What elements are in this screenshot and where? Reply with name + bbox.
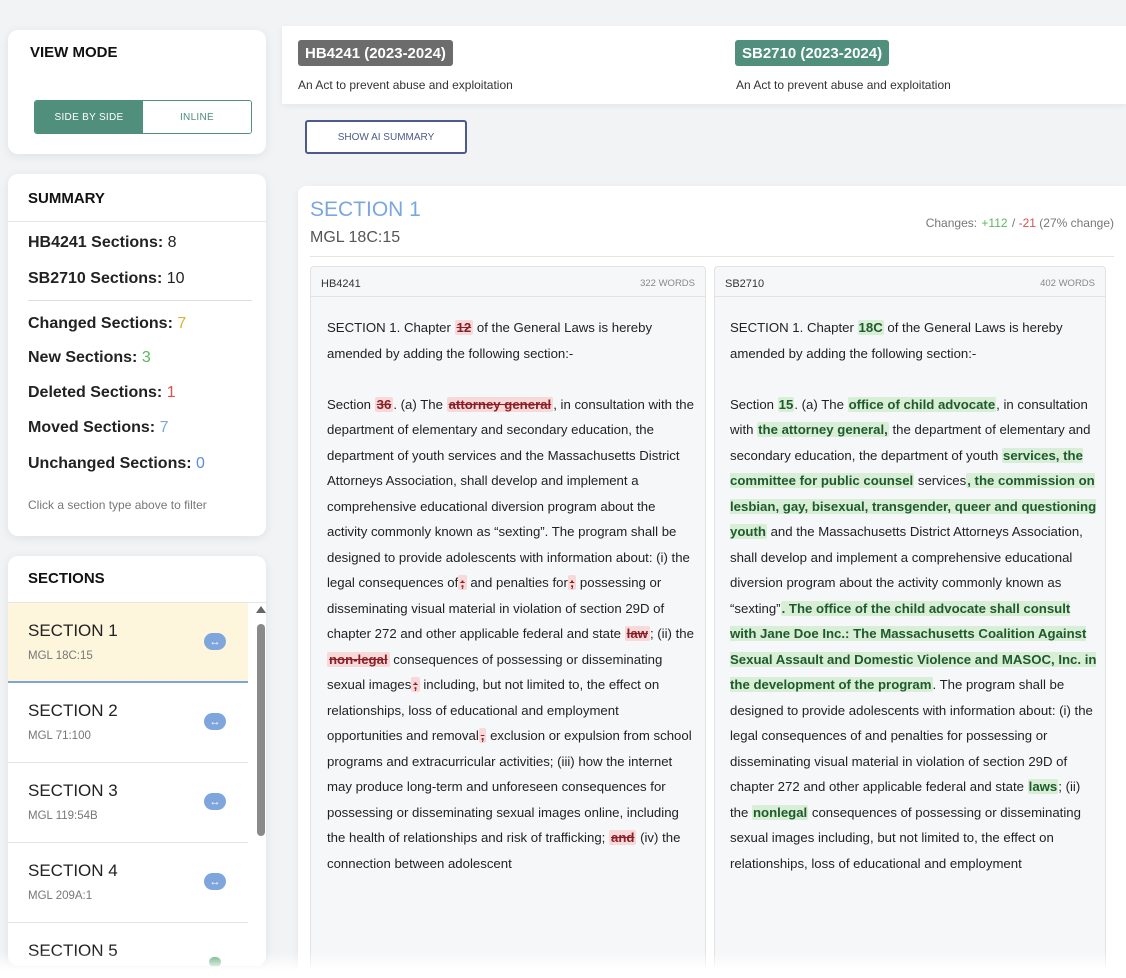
scroll-thumb[interactable] bbox=[257, 624, 265, 836]
hb-bill-text: SECTION 1. Chapter 12 of the General Law… bbox=[327, 320, 694, 871]
new-sections-filter[interactable]: New Sections: 3 bbox=[28, 349, 151, 367]
swap-icon: ↔ bbox=[204, 873, 226, 890]
pane-word-count: 322 WORDS bbox=[640, 278, 695, 289]
view-mode-title: VIEW MODE bbox=[30, 44, 118, 61]
section-mgl: MGL 71:100 bbox=[28, 730, 91, 742]
section-name: SECTION 1 bbox=[28, 621, 118, 640]
hb-text-pane: HB4241 322 WORDS SECTION 1. Chapter 12 o… bbox=[310, 266, 706, 978]
section-mgl: MGL 209A:1 bbox=[28, 890, 93, 902]
section-detail-title: SECTION 1 bbox=[310, 198, 421, 221]
section-name: SECTION 5 bbox=[28, 941, 118, 960]
divider bbox=[310, 256, 1114, 257]
section-list-item-5[interactable]: SECTION 5 bbox=[8, 923, 248, 966]
view-mode-toggle: SIDE BY SIDE INLINE bbox=[34, 100, 252, 134]
section-name: SECTION 3 bbox=[28, 781, 118, 800]
section-name: SECTION 4 bbox=[28, 861, 118, 880]
hb-sections-count: HB4241 Sections: 8 bbox=[28, 234, 177, 251]
scroll-up-icon[interactable] bbox=[256, 606, 266, 613]
inline-button[interactable]: INLINE bbox=[143, 101, 251, 133]
pane-word-count: 402 WORDS bbox=[1040, 278, 1095, 289]
sb-sections-count: SB2710 Sections: 10 bbox=[28, 270, 185, 287]
moved-sections-filter[interactable]: Moved Sections: 7 bbox=[28, 419, 169, 437]
swap-icon: ↔ bbox=[204, 793, 226, 810]
unchanged-sections-filter[interactable]: Unchanged Sections: 0 bbox=[28, 455, 205, 473]
section-list-item-4[interactable]: SECTION 4 MGL 209A:1 ↔ bbox=[8, 843, 248, 923]
section-mgl: MGL 18C:15 bbox=[28, 650, 93, 662]
section-list-item-3[interactable]: SECTION 3 MGL 119:54B ↔ bbox=[8, 763, 248, 843]
sb-bill-badge: SB2710 (2023-2024) bbox=[735, 40, 890, 66]
sb-bill-title: An Act to prevent abuse and exploitation bbox=[736, 78, 951, 92]
pane-bill-label: HB4241 bbox=[321, 278, 361, 290]
section-detail: SECTION 1 MGL 18C:15 Changes: +112 / -21… bbox=[298, 186, 1126, 978]
section-mgl: MGL 119:54B bbox=[28, 810, 98, 822]
divider bbox=[8, 221, 266, 222]
view-mode-panel: VIEW MODE SIDE BY SIDE INLINE bbox=[8, 30, 266, 154]
hb-bill-badge: HB4241 (2023-2024) bbox=[298, 40, 453, 66]
sections-scrollbar[interactable] bbox=[256, 606, 266, 886]
side-by-side-button[interactable]: SIDE BY SIDE bbox=[35, 101, 143, 133]
changed-sections-filter[interactable]: Changed Sections: 7 bbox=[28, 315, 186, 333]
deleted-sections-filter[interactable]: Deleted Sections: 1 bbox=[28, 384, 176, 402]
sb-text-pane: SB2710 402 WORDS SECTION 1. Chapter 18C … bbox=[714, 266, 1106, 978]
filter-hint: Click a section type above to filter bbox=[28, 498, 207, 512]
section-name: SECTION 2 bbox=[28, 701, 118, 720]
hb-bill-title: An Act to prevent abuse and exploitation bbox=[298, 78, 513, 92]
section-detail-mgl: MGL 18C:15 bbox=[310, 229, 401, 246]
section-list-item-1[interactable]: SECTION 1 MGL 18C:15 ↔ bbox=[8, 603, 248, 683]
section-list-item-2[interactable]: SECTION 2 MGL 71:100 ↔ bbox=[8, 683, 248, 763]
sb-bill-text: SECTION 1. Chapter 18C of the General La… bbox=[730, 320, 1097, 871]
divider bbox=[28, 300, 252, 301]
sections-panel: SECTIONS SECTION 1 MGL 18C:15 ↔ SECTION … bbox=[8, 556, 266, 966]
changes-summary: Changes: +112 / -21 (27% change) bbox=[925, 216, 1114, 230]
sections-title: SECTIONS bbox=[28, 570, 105, 587]
summary-title: SUMMARY bbox=[28, 190, 105, 207]
bills-header: HB4241 (2023-2024) An Act to prevent abu… bbox=[282, 26, 1126, 104]
swap-icon: ↔ bbox=[204, 633, 226, 650]
new-icon bbox=[209, 957, 221, 966]
pane-bill-label: SB2710 bbox=[725, 278, 765, 290]
swap-icon: ↔ bbox=[204, 713, 226, 730]
pane-header: HB4241 322 WORDS bbox=[311, 267, 705, 297]
show-ai-summary-button[interactable]: SHOW AI SUMMARY bbox=[305, 120, 467, 154]
summary-panel: SUMMARY HB4241 Sections: 8 SB2710 Sectio… bbox=[8, 174, 266, 536]
pane-header: SB2710 402 WORDS bbox=[715, 267, 1105, 297]
